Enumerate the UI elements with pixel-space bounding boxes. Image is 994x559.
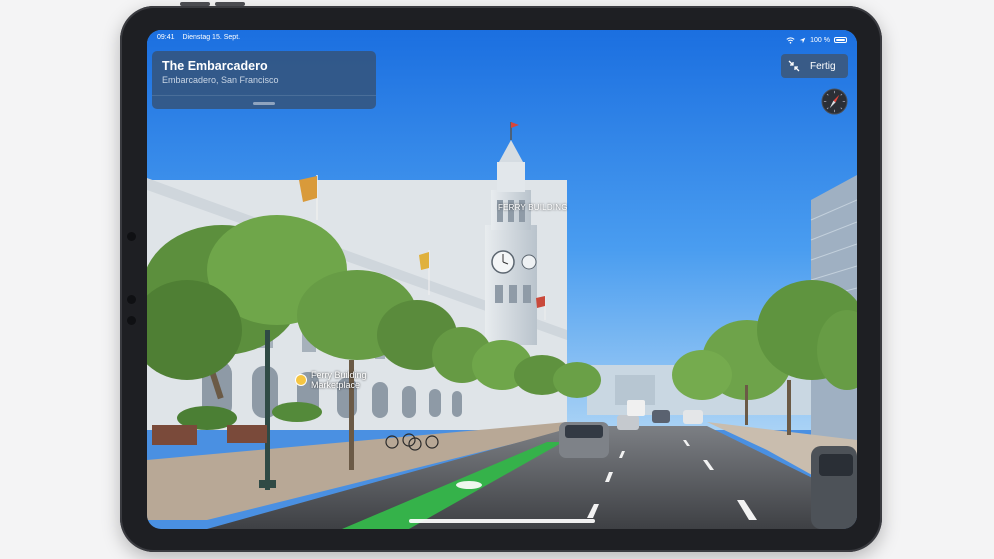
volume-button	[180, 2, 210, 6]
camera-dot	[127, 295, 136, 304]
card-grabber-handle[interactable]	[253, 102, 275, 105]
place-card[interactable]: The Embarcadero Embarcadero, San Francis…	[152, 51, 376, 109]
place-subtitle: Embarcadero, San Francisco	[162, 75, 279, 85]
wifi-icon	[786, 36, 795, 44]
poi-marketplace[interactable]: Ferry Building Marketplace	[295, 370, 367, 390]
done-button[interactable]: Fertig	[781, 54, 848, 78]
camera-dot	[127, 232, 136, 241]
landmark-label[interactable]: FERRY BUILDING	[498, 203, 568, 212]
home-indicator[interactable]	[409, 519, 595, 523]
poi-marker-icon	[295, 374, 307, 386]
card-divider	[152, 95, 376, 96]
status-time: 09:41	[157, 34, 175, 41]
status-bar: 09:41 Dienstag 15. Sept. 100 %	[147, 34, 857, 46]
battery-icon	[834, 37, 847, 43]
place-title: The Embarcadero	[162, 59, 268, 73]
location-arrow-icon	[799, 37, 806, 43]
status-date: Dienstag 15. Sept.	[182, 34, 241, 41]
compass-icon[interactable]	[821, 88, 848, 115]
camera-dot	[127, 316, 136, 325]
collapse-arrows-icon	[788, 60, 800, 72]
poi-label: Ferry Building Marketplace	[311, 370, 367, 390]
look-around-screen[interactable]: 09:41 Dienstag 15. Sept. 100 % The Embar…	[147, 30, 857, 529]
volume-button	[215, 2, 245, 6]
stage: 09:41 Dienstag 15. Sept. 100 % The Embar…	[0, 0, 994, 559]
done-button-label: Fertig	[810, 60, 836, 72]
battery-percent: 100 %	[810, 36, 830, 44]
